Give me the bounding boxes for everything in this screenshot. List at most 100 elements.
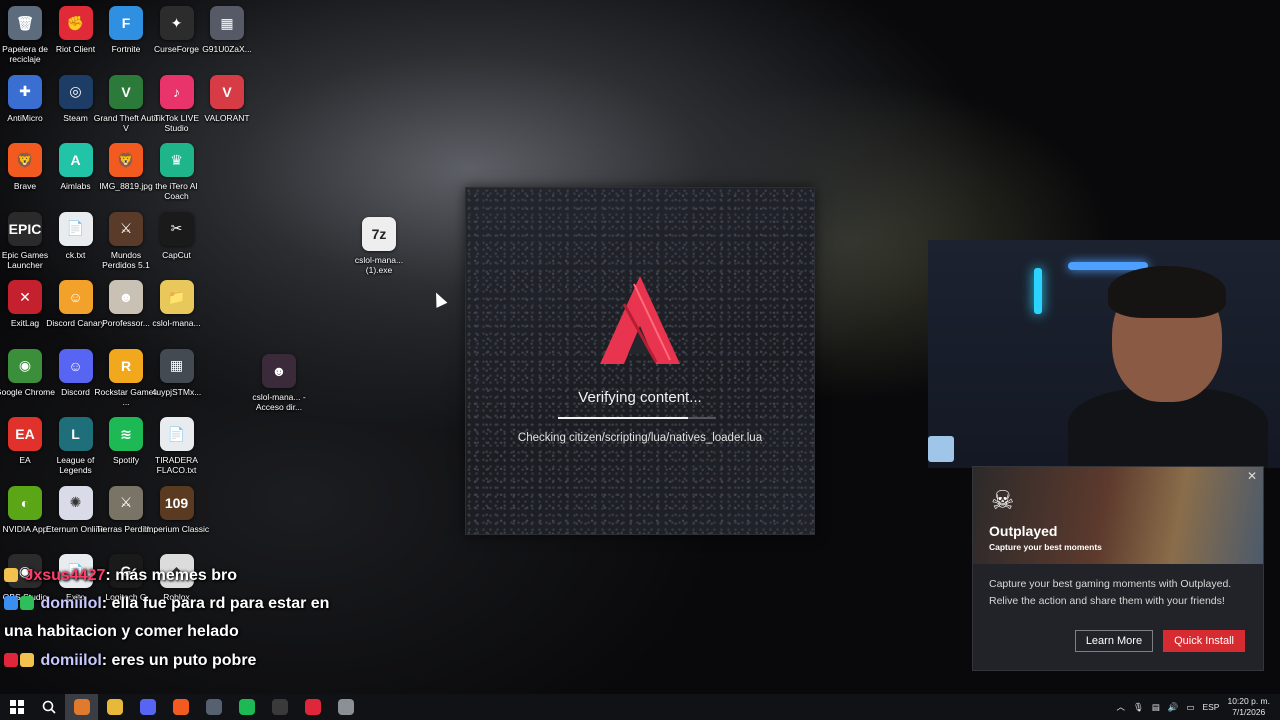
desktop-icon[interactable]: ▦ G91U0ZaX... (196, 6, 258, 72)
taskbar-app-league-client[interactable] (65, 694, 98, 720)
app-icon: R (109, 348, 143, 383)
app-icon: 📄 (159, 417, 194, 451)
launcher-progress-fill (558, 417, 688, 419)
device-icon[interactable]: ▭ (1186, 702, 1194, 713)
app-icon: V (210, 74, 244, 109)
desktop-icon[interactable]: ▦ 4uypjSTMx... (146, 348, 208, 415)
app-icon: L (58, 417, 93, 451)
taskbar-app-settings[interactable] (329, 694, 362, 720)
app-icon: ✦ (159, 6, 194, 40)
app-icon: ✺ (58, 485, 93, 520)
search-icon (42, 700, 56, 714)
app-icon: ✕ (8, 280, 42, 314)
desktop-icon-label: G91U0ZaX... (202, 44, 252, 54)
chat-message: domiilol: ella fue para rd para estar en… (4, 590, 344, 646)
chat-text: : eres un puto pobre (101, 652, 257, 669)
desktop-icon-label: cslol-mana... (1).exe (354, 255, 404, 275)
network-icon[interactable]: ▤ (1152, 702, 1160, 713)
app-icon: ✊ (58, 6, 93, 40)
taskbar-app-file-explorer[interactable] (98, 694, 131, 720)
chat-badge-icon (20, 653, 34, 667)
app-icon: ≋ (109, 417, 143, 451)
chat-badge-icon (4, 568, 18, 582)
chat-text: : más memes bro (105, 567, 238, 584)
launcher-logo-icon (600, 276, 680, 364)
app-icon: ✚ (8, 74, 42, 109)
taskbar: ︿ 🎙 ▤ 🔊 ▭ ESP 10:20 p. m. 7/1/2026 (0, 694, 1280, 720)
app-icon: ▦ (210, 6, 244, 40)
brave-icon (172, 699, 189, 715)
system-tray: ︿ 🎙 ▤ 🔊 ▭ ESP 10:20 p. m. 7/1/2026 (1116, 694, 1280, 720)
app-icon: ⚔ (109, 485, 143, 520)
app-icon: F (109, 6, 143, 40)
app-icon: ◉ (8, 348, 42, 383)
stream-chat: Jxsus4427: más memes bro domiilol: ella … (4, 561, 344, 675)
close-icon[interactable]: ✕ (1247, 469, 1257, 483)
desktop-icon[interactable]: ☻ cslol-mana... - Acceso dir... (248, 354, 310, 420)
desktop-icon[interactable]: V VALORANT (196, 74, 258, 141)
outplayed-skull-icon: ☠ (991, 485, 1015, 515)
app-icon: A (58, 143, 93, 177)
chat-username: domiilol (40, 652, 102, 669)
chat-badge-icon (4, 596, 18, 610)
league-client-icon (73, 699, 90, 715)
app-icon: 🦁 (8, 143, 42, 177)
desktop-icon[interactable]: 📄 TIRADERA FLACO.txt (146, 417, 208, 483)
chevron-up-icon[interactable]: ︿ (1116, 701, 1125, 713)
file-explorer-icon (106, 699, 123, 715)
outplayed-popup: ☠ Outplayed Capture your best moments ✕ … (972, 466, 1264, 671)
app-icon: ◐ (8, 485, 42, 520)
app-icon: ☺ (58, 280, 93, 314)
language-indicator[interactable]: ESP (1202, 702, 1219, 712)
desktop-icon[interactable]: 109 Imperium Classic (143, 485, 210, 552)
desktop-icon-label: CapCut (162, 249, 191, 260)
taskbar-app-obs[interactable] (263, 694, 296, 720)
desktop-icon[interactable]: 📁 cslol-mana... (146, 280, 208, 346)
settings-icon (337, 699, 354, 715)
outplayed-description: Capture your best gaming moments with Ou… (989, 578, 1232, 607)
calculator-icon (205, 699, 222, 715)
desktop-icon-label: the iTero AI Coach (155, 181, 198, 201)
app-icon: ☻ (109, 280, 143, 314)
mouse-cursor (430, 290, 448, 308)
desktop-icon[interactable]: ✂ CapCut (146, 211, 208, 278)
streamer-hair (1108, 266, 1226, 318)
chat-badge-icon (20, 596, 34, 610)
clock-time: 10:20 p. m. (1227, 696, 1270, 706)
launcher-progress-bar (558, 417, 716, 419)
clock-date: 7/1/2026 (1232, 707, 1266, 717)
app-icon: EA (8, 417, 42, 451)
taskbar-app-calculator[interactable] (197, 694, 230, 720)
desktop-icon[interactable]: 7z cslol-mana... (1).exe (348, 217, 410, 283)
app-icon: 109 (159, 485, 194, 520)
app-icon: V (109, 74, 143, 109)
chat-badge-icon (4, 653, 18, 667)
volume-icon[interactable]: 🔊 (1168, 702, 1179, 713)
start-button[interactable] (0, 694, 33, 720)
learn-more-button[interactable]: Learn More (1074, 630, 1154, 652)
quick-install-button[interactable]: Quick Install (1163, 630, 1245, 652)
taskbar-app-brave[interactable] (164, 694, 197, 720)
desktop-icon-label: cslol-mana... - Acceso dir... (252, 392, 306, 412)
chat-message: domiilol: eres un puto pobre (4, 646, 344, 675)
clock[interactable]: 10:20 p. m. 7/1/2026 (1227, 696, 1270, 718)
microphone-icon[interactable]: 🎙 (1133, 702, 1144, 713)
app-icon: EPIC (8, 211, 42, 246)
desktop-icon-label: Imperium Classic (143, 523, 210, 534)
desktop-icon-label: 4uypjSTMx... (151, 386, 202, 397)
taskbar-apps (65, 694, 362, 720)
neon-light (1034, 268, 1042, 314)
app-icon: 📄 (58, 211, 93, 246)
taskbar-app-discord[interactable] (131, 694, 164, 720)
launcher-window[interactable]: Verifying content... Checking citizen/sc… (465, 187, 815, 535)
desktop-icon-label: VALORANT (204, 112, 250, 123)
discord-icon (139, 699, 156, 715)
obs-icon (271, 699, 288, 715)
taskbar-app-opera[interactable] (296, 694, 329, 720)
cup (928, 436, 954, 462)
search-button[interactable] (33, 694, 65, 720)
desktop-icon-label: TIRADERA FLACO.txt (155, 455, 198, 475)
app-icon: 📁 (159, 280, 194, 314)
desktop-icon[interactable]: ♛ the iTero AI Coach (146, 143, 208, 209)
taskbar-app-spotify[interactable] (230, 694, 263, 720)
